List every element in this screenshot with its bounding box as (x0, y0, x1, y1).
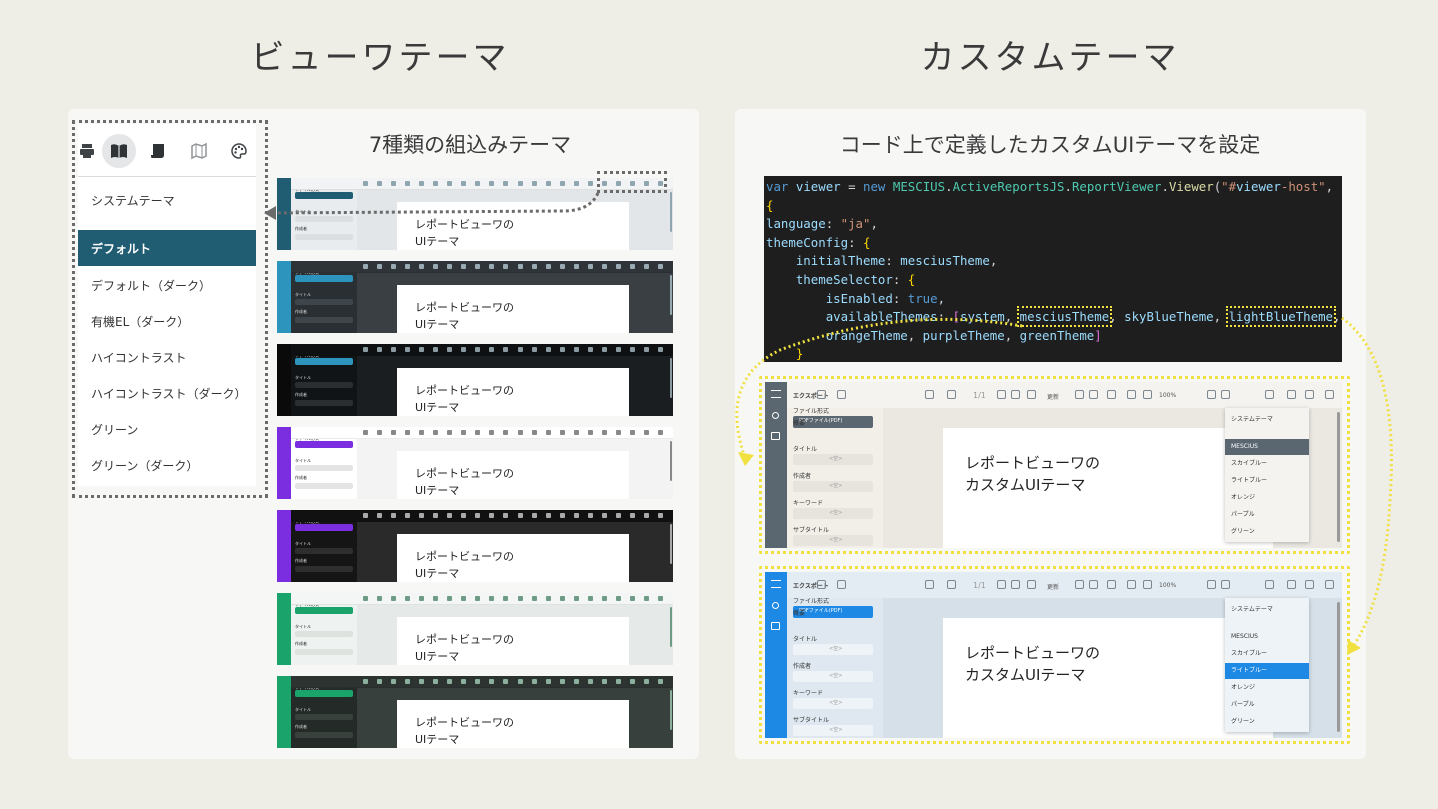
connector-arrows (264, 192, 1393, 655)
